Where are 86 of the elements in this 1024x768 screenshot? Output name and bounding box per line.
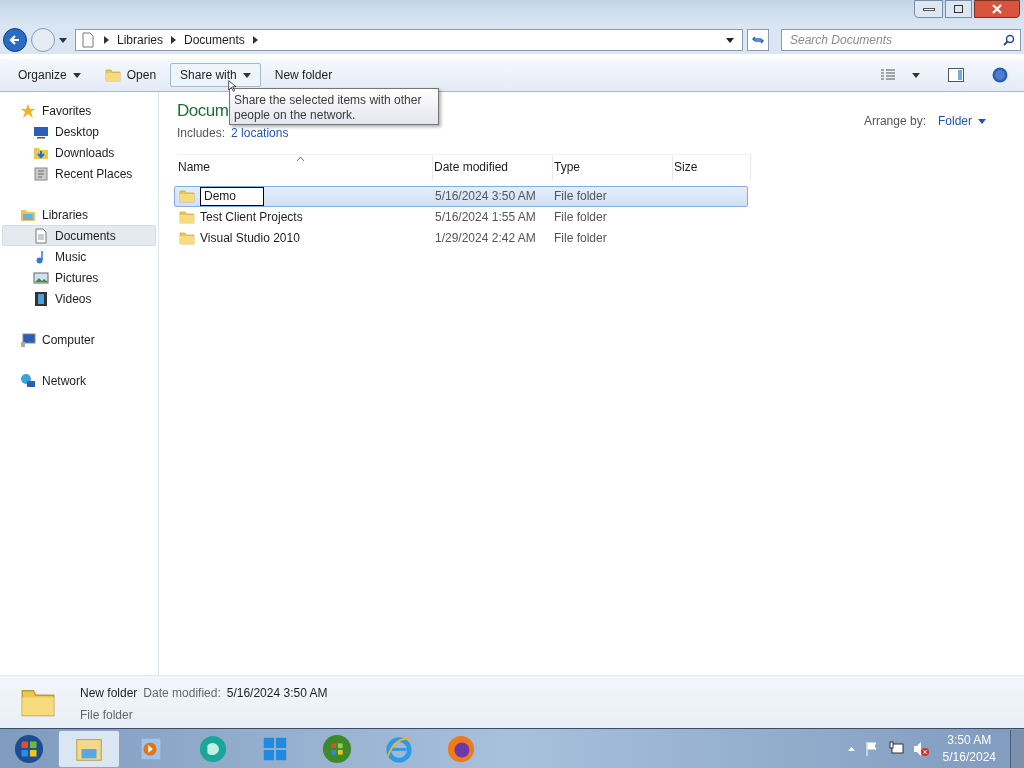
fox-browser-icon <box>446 733 476 764</box>
breadcrumb[interactable]: Libraries <box>117 31 164 49</box>
column-header[interactable]: Type <box>553 154 673 180</box>
file-row[interactable]: Test Client Projects 5/16/2024 1:55 AM File folder <box>174 206 748 228</box>
chevron-icon <box>252 36 258 44</box>
locations-link[interactable]: 2 locations <box>231 123 289 142</box>
sidebar-group[interactable]: Computer <box>0 329 158 350</box>
document-icon <box>33 227 49 244</box>
network-icon <box>20 372 36 389</box>
open-folder-icon <box>104 67 121 83</box>
arrange-by-dropdown[interactable]: Folder <box>938 112 986 130</box>
caret-icon <box>59 37 67 43</box>
address-bar[interactable]: Libraries Documents <box>75 29 743 51</box>
recent-places-icon <box>33 165 49 182</box>
library-title: Docum <box>177 100 229 122</box>
date-cell-text: 5/16/2024 1:55 AM <box>434 209 537 226</box>
close-icon <box>992 4 1002 14</box>
caret-icon <box>978 118 986 124</box>
type-cell-text: File folder <box>554 230 608 247</box>
toolbar-button[interactable]: Organize <box>8 63 91 87</box>
sidebar-item[interactable]: Documents <box>2 225 156 246</box>
file-row[interactable]: Visual Studio 2010 1/29/2024 2:42 AM File folder <box>174 227 748 249</box>
details-type: File folder <box>80 707 134 724</box>
view-list-icon[interactable] <box>880 69 896 81</box>
sidebar-group[interactable]: Favorites <box>0 100 158 121</box>
app-sphere-icon <box>198 733 228 764</box>
file-row[interactable]: Demo 5/16/2024 3:50 AM File folder <box>174 185 748 207</box>
sidebar-item[interactable]: Recent Places <box>2 163 156 184</box>
restore-button[interactable] <box>945 0 972 18</box>
dropdown-arrow-icon[interactable] <box>726 37 734 43</box>
sidebar-item[interactable]: Videos <box>2 288 156 309</box>
search-icon <box>1003 34 1015 46</box>
taskbar-button[interactable] <box>58 729 120 768</box>
muted-speaker-icon[interactable] <box>912 740 929 757</box>
arrange-by-label: Arrange by: <box>863 113 926 130</box>
close-button[interactable] <box>974 0 1020 18</box>
chevron-icon <box>104 36 109 44</box>
document-icon <box>80 32 96 48</box>
file-name: Visual Studio 2010 <box>200 230 300 247</box>
computer-icon <box>20 331 36 348</box>
start-orb-icon <box>14 733 44 764</box>
details-date-label: Date modified: <box>143 685 221 702</box>
details-date: 5/16/2024 3:50 AM <box>226 685 328 702</box>
minimize-button[interactable] <box>914 0 943 18</box>
network-monitor-icon[interactable] <box>888 740 905 757</box>
sidebar-item[interactable]: Downloads <box>2 142 156 163</box>
sidebar-item[interactable]: Pictures <box>2 267 156 288</box>
pictures-icon <box>33 269 49 286</box>
folder-icon <box>179 188 195 204</box>
film-icon <box>33 290 49 307</box>
chevron-icon <box>171 36 177 44</box>
date-cell-text: 1/29/2024 2:42 AM <box>434 230 537 247</box>
caret-icon <box>72 72 81 78</box>
date-cell-text: 5/16/2024 3:50 AM <box>434 188 537 205</box>
column-header[interactable]: Name <box>177 154 433 180</box>
show-hidden-icons-arrow[interactable] <box>847 746 855 751</box>
back-button[interactable] <box>3 28 27 52</box>
type-cell-text: File folder <box>554 209 608 226</box>
breadcrumb[interactable]: Documents <box>184 31 245 49</box>
file-name: Test Client Projects <box>200 209 303 226</box>
preview-pane-icon[interactable] <box>948 68 964 82</box>
toolbar-button[interactable]: New folder <box>264 63 343 87</box>
folder-icon <box>179 209 195 225</box>
sidebar-group[interactable]: Network <box>0 370 158 391</box>
rename-field[interactable]: Demo <box>200 186 264 206</box>
includes-label: Includes: <box>177 124 226 142</box>
details-name: New folder <box>80 685 138 702</box>
refresh-button[interactable] <box>747 29 769 51</box>
search-field[interactable]: Search Documents <box>781 29 1021 51</box>
sidebar-group[interactable]: Libraries <box>0 204 158 225</box>
tooltip: Share the selected items with other people on the network. <box>229 88 439 125</box>
column-header[interactable]: Size <box>673 154 751 180</box>
caret-icon <box>912 72 920 78</box>
refresh-icon <box>752 34 764 46</box>
sidebar-item[interactable]: Music <box>2 246 156 267</box>
star-icon <box>20 102 36 119</box>
sidebar-item[interactable]: Desktop <box>2 121 156 142</box>
media-center-icon <box>322 733 352 764</box>
show-desktop-button[interactable] <box>1010 729 1024 768</box>
type-cell-text: File folder <box>554 188 608 205</box>
caret-icon <box>242 72 251 78</box>
back-arrow-icon <box>9 34 21 46</box>
folder-icon <box>179 230 195 246</box>
toolbar-button[interactable]: Open <box>94 63 167 87</box>
toolbar-button[interactable]: Share with <box>170 63 261 87</box>
column-header[interactable]: Date modified <box>433 154 553 180</box>
